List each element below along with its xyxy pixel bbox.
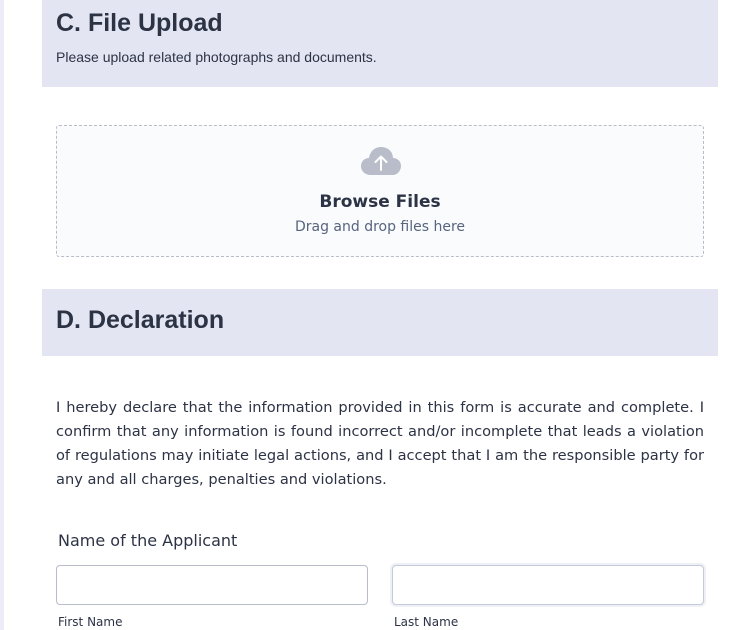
first-name-sublabel: First Name [58,615,123,629]
file-upload-section-header: C. File Upload Please upload related pho… [42,0,718,87]
file-upload-subtitle: Please upload related photographs and do… [56,49,377,65]
declaration-text: I hereby declare that the information pr… [56,399,704,488]
declaration-title: D. Declaration [56,306,225,334]
applicant-name-label: Name of the Applicant [58,531,238,550]
browse-files-button[interactable]: Browse Files [57,192,703,212]
drag-drop-hint: Drag and drop files here [294,219,466,235]
file-upload-dropzone[interactable]: Browse Files Drag and drop files here [56,125,704,257]
last-name-sublabel: Last Name [394,615,459,629]
declaration-section-header: D. Declaration [42,289,718,356]
cloud-upload-icon [361,147,401,175]
file-upload-title: C. File Upload [56,9,223,37]
first-name-input[interactable] [56,565,368,605]
last-name-input[interactable] [392,565,704,605]
page-edge-strip [0,0,4,630]
